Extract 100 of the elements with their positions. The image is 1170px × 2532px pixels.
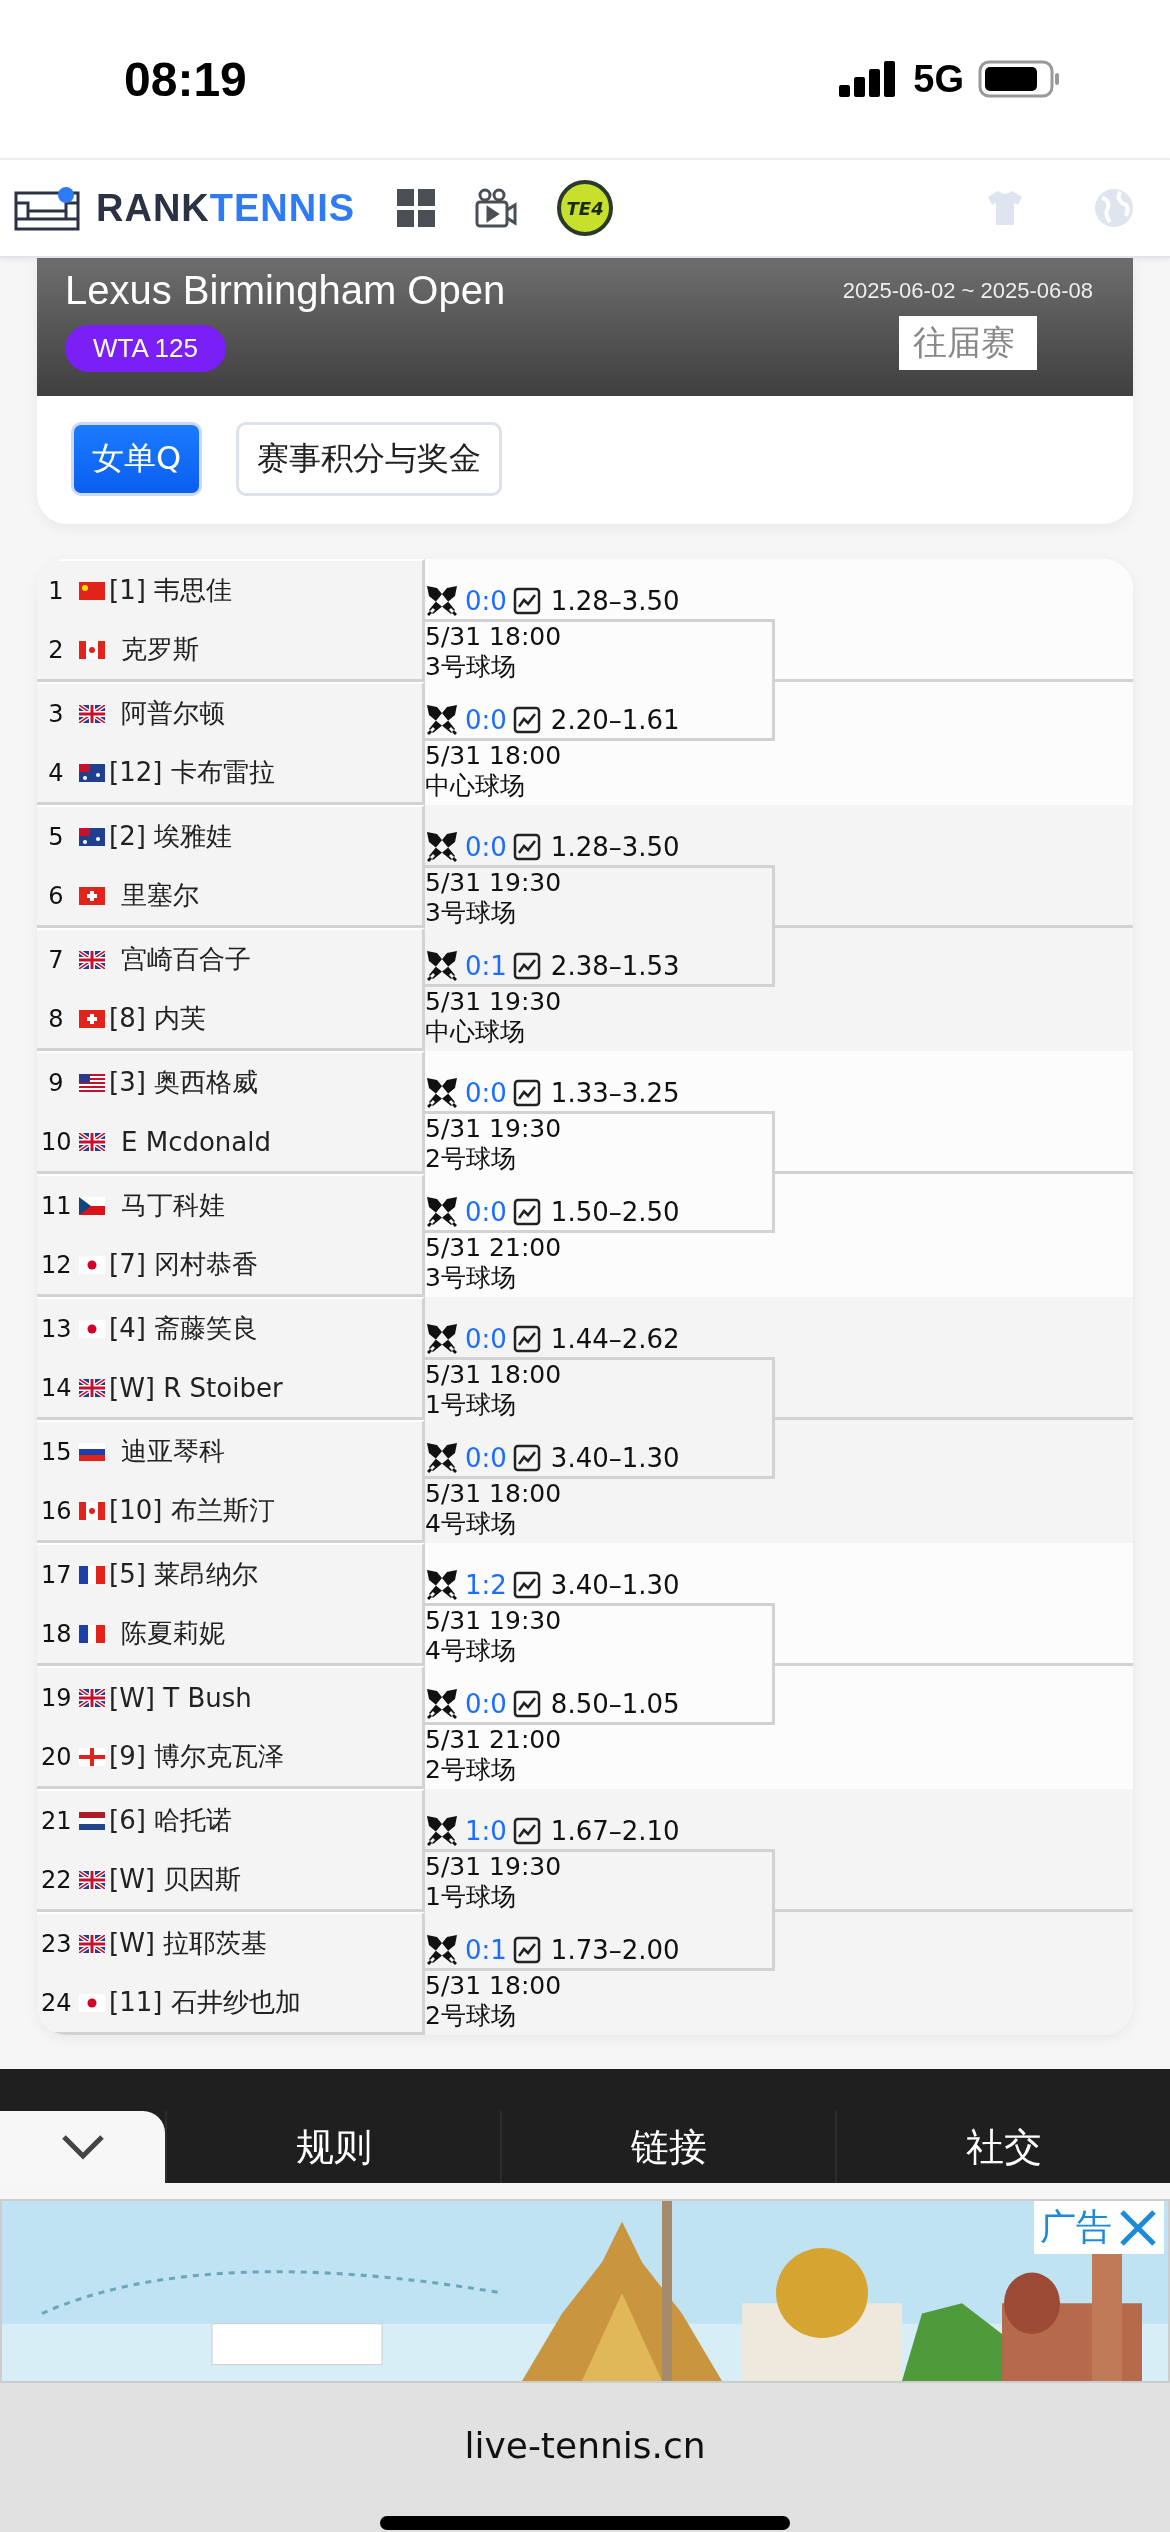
court-name: 1号球场 [425, 1882, 517, 1912]
draw-number: 23 [41, 1929, 71, 1958]
match-score[interactable]: 0:0 [465, 705, 507, 735]
odds-text: 1.28–3.50 [550, 586, 680, 616]
court-name: 1号球场 [425, 1390, 517, 1420]
tournament-dates: 2025-06-02 ~ 2025-06-08 [842, 278, 1093, 304]
match-score[interactable]: 0:1 [465, 1935, 507, 1965]
match-time: 5/31 21:00 [425, 1233, 563, 1263]
player-name[interactable]: 里塞尔 [121, 878, 199, 913]
chart-icon [512, 1690, 541, 1718]
match-score[interactable]: 0:1 [465, 951, 507, 981]
flag-icon [79, 950, 105, 969]
draw-number: 21 [41, 1806, 71, 1835]
draw-number: 7 [47, 945, 65, 974]
chart-icon [512, 1444, 541, 1472]
player-name[interactable]: [12] 卡布雷拉 [109, 755, 275, 790]
player-name[interactable]: 阿普尔顿 [121, 696, 225, 731]
category-tab[interactable]: 女单Q [71, 422, 203, 496]
odds-text: 1.67–2.10 [550, 1816, 680, 1846]
flag-icon [79, 886, 105, 905]
court-name: 2号球场 [425, 1755, 517, 1785]
video-camera-icon[interactable] [475, 188, 518, 228]
draw-number: 13 [41, 1314, 71, 1343]
match-time: 5/31 18:00 [425, 622, 563, 652]
player-name[interactable]: 马丁科娃 [121, 1188, 225, 1223]
close-icon[interactable] [1118, 2207, 1158, 2248]
player-name[interactable]: [W] R Stoiber [109, 1372, 283, 1403]
player-name[interactable]: 陈夏莉妮 [121, 1616, 225, 1651]
player-name[interactable]: [W] 拉耶茨基 [109, 1926, 268, 1961]
court-name: 3号球场 [425, 898, 517, 928]
match-score[interactable]: 0:0 [465, 832, 507, 862]
player-name[interactable]: 宫崎百合子 [121, 942, 251, 977]
match-score[interactable]: 0:0 [465, 1324, 507, 1354]
flag-icon [79, 1196, 105, 1215]
player-name[interactable]: [3] 奥西格威 [109, 1065, 259, 1100]
draw-number: 16 [41, 1496, 71, 1525]
draw-number: 2 [47, 635, 65, 664]
network-type: 5G [913, 57, 964, 101]
match-time: 5/31 18:00 [425, 1360, 563, 1390]
court-name: 4号球场 [425, 1636, 517, 1666]
player-name[interactable]: [1] 韦思佳 [109, 573, 233, 608]
player-name[interactable]: E Mcdonald [121, 1126, 271, 1157]
match-score[interactable]: 0:0 [465, 586, 507, 616]
court-name: 3号球场 [425, 1263, 517, 1293]
draw-number: 22 [41, 1865, 71, 1894]
flag-icon [79, 1501, 105, 1520]
match-time: 5/31 18:00 [425, 741, 563, 771]
odds-text: 3.40–1.30 [550, 1570, 680, 1600]
draw-number: 9 [47, 1068, 65, 1097]
draw-number: 3 [47, 699, 65, 728]
te4-logo[interactable]: TE4 [557, 180, 614, 236]
draw-number: 17 [41, 1560, 71, 1589]
crossed-swords-icon [425, 949, 459, 983]
player-name[interactable]: [10] 布兰斯汀 [109, 1493, 275, 1528]
player-name[interactable]: 克罗斯 [121, 632, 199, 667]
grid-icon[interactable] [397, 189, 436, 227]
draw-number: 20 [41, 1742, 71, 1771]
match-score[interactable]: 0:0 [465, 1443, 507, 1473]
url-text[interactable]: live-tennis.cn [464, 2425, 706, 2466]
player-name[interactable]: [W] 贝因斯 [109, 1862, 242, 1897]
draw-number: 10 [41, 1127, 71, 1156]
flag-icon [79, 763, 105, 782]
player-name[interactable]: [5] 莱昂纳尔 [109, 1557, 259, 1592]
match-score[interactable]: 0:0 [465, 1078, 507, 1108]
crossed-swords-icon [425, 1568, 459, 1602]
past-editions-button[interactable]: 往届赛 [898, 316, 1037, 370]
player-name[interactable]: [W] T Bush [109, 1682, 252, 1713]
court-name: 中心球场 [425, 771, 526, 801]
crossed-swords-icon [425, 703, 459, 737]
footer-tab[interactable]: 链接 [500, 2111, 835, 2183]
draw-number: 6 [47, 881, 65, 910]
crossed-swords-icon [425, 830, 459, 864]
category-tab[interactable]: 赛事积分与奖金 [236, 422, 503, 496]
crossed-swords-icon [425, 1814, 459, 1848]
court-name: 2号球场 [425, 2001, 517, 2031]
match-score[interactable]: 1:0 [465, 1816, 507, 1846]
footer-tab[interactable]: 规则 [165, 2111, 500, 2183]
player-name[interactable]: [7] 冈村恭香 [109, 1247, 259, 1282]
collapse-button[interactable] [0, 2111, 165, 2183]
draw-number: 14 [41, 1373, 71, 1402]
brand-name[interactable]: RANKTENNIS [96, 186, 356, 230]
footer-tab[interactable]: 社交 [835, 2111, 1170, 2183]
level-badge: WTA 125 [65, 325, 226, 372]
chart-icon [512, 1198, 541, 1226]
player-name[interactable]: [8] 内芙 [109, 1001, 207, 1036]
player-name[interactable]: [6] 哈托诺 [109, 1803, 233, 1838]
draw-number: 8 [47, 1004, 65, 1033]
flag-icon [79, 1255, 105, 1274]
player-name[interactable]: [9] 博尔克瓦泽 [109, 1739, 285, 1774]
match-score[interactable]: 1:2 [465, 1570, 507, 1600]
player-name[interactable]: [11] 石井纱也加 [109, 1985, 301, 2020]
flag-icon [79, 1624, 105, 1643]
player-name[interactable]: [4] 斋藤笑良 [109, 1311, 259, 1346]
match-score[interactable]: 0:0 [465, 1197, 507, 1227]
player-name[interactable]: 迪亚琴科 [121, 1434, 225, 1469]
court-name: 4号球场 [425, 1509, 517, 1539]
match-time: 5/31 19:30 [425, 987, 563, 1017]
chart-icon [512, 1817, 541, 1845]
player-name[interactable]: [2] 埃雅娃 [109, 819, 233, 854]
match-score[interactable]: 0:0 [465, 1689, 507, 1719]
